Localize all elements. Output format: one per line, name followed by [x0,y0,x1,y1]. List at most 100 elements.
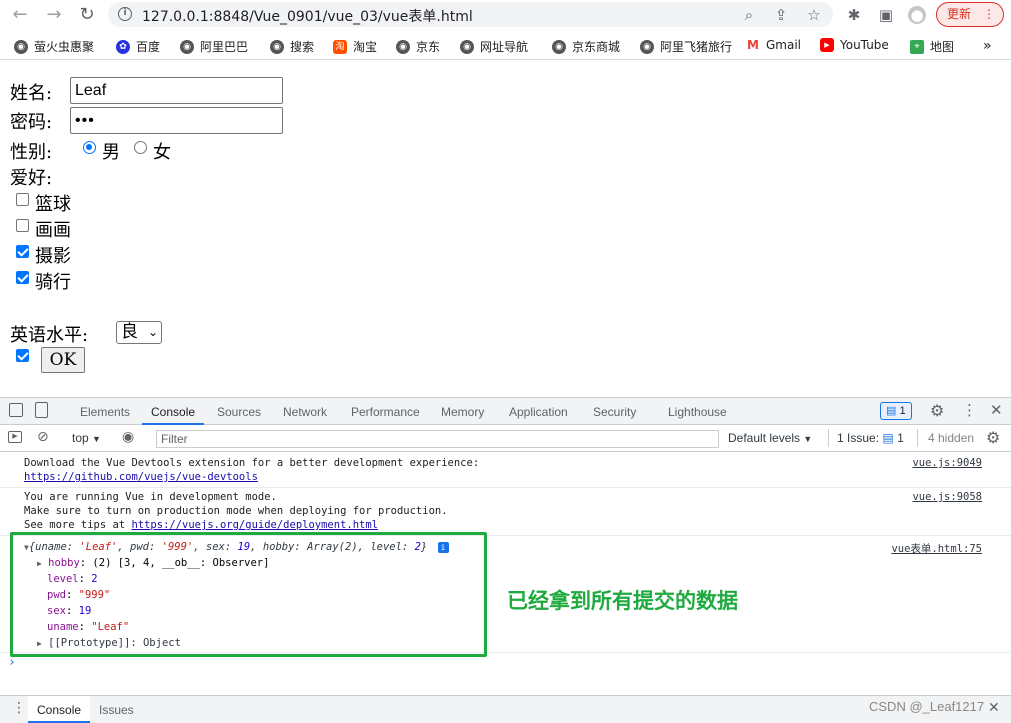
bookmark-label: 搜索 [290,40,315,54]
taobao-icon: 淘 [333,39,347,54]
chevron-down-icon: ⌄ [147,325,158,339]
issues-label: 1 Issue: [837,431,880,445]
message-link[interactable]: https://vuejs.org/guide/deployment.html [131,519,378,531]
sidepanel-icon[interactable]: ▣ [877,6,895,24]
filter-input[interactable]: Filter [156,430,719,448]
share-icon[interactable]: ⇪ [772,6,790,24]
inspect-icon[interactable] [9,403,23,417]
bookmark-item[interactable]: M Gmail [746,38,801,52]
message-text: Make sure to turn on production mode whe… [24,505,448,517]
hobby-label-text: 骑行 [35,272,71,293]
bookmark-item[interactable]: ◉ 京东商城 [552,38,620,55]
watermark: CSDN @_Leaf1217 [869,699,985,714]
bookmark-label: 地图 [930,40,955,54]
context-select[interactable]: top ▼ [72,431,101,445]
address-bar[interactable]: i 127.0.0.1:8848/Vue_0901/vue_03/vue表单.h… [108,2,833,27]
drawer-tab-console[interactable]: Console [28,696,90,723]
more-bookmarks-icon[interactable]: » [983,38,992,54]
name-input[interactable]: Leaf [70,77,283,104]
log-levels-value: Default levels [728,431,801,445]
drawer-menu-icon[interactable]: ⋮ [12,700,26,716]
extensions-icon[interactable]: ✱ [845,6,863,24]
tab-performance[interactable]: Performance [351,405,420,419]
english-level-select[interactable]: 良 ⌄ [116,321,162,344]
bookmark-item[interactable]: ▶ YouTube [820,38,889,52]
bookmark-item[interactable]: ◉ 阿里巴巴 [180,38,248,55]
bookmark-item[interactable]: 淘淘宝 [333,38,377,55]
message-text-prefix: See more tips at [24,519,132,531]
drawer-tab-issues[interactable]: Issues [99,703,134,717]
sidebar-toggle-icon[interactable]: ▶ [8,431,22,443]
messages-badge[interactable]: ▤ 1 [880,402,912,420]
hobby-checkbox[interactable] [16,271,29,284]
tab-security[interactable]: Security [593,405,636,419]
globe-icon: ◉ [180,39,194,54]
message-count: 1 [899,405,906,417]
back-icon[interactable]: ← [10,5,30,25]
message-source-link[interactable]: vue.js:9058 [912,491,982,503]
tab-application[interactable]: Application [509,405,568,419]
hobby-label-text: 篮球 [35,194,71,215]
dropdown-arrow-icon: ▼ [92,434,101,444]
dropdown-arrow-icon: ▼ [803,434,813,444]
update-label: 更新 [947,7,972,21]
bookmark-item[interactable]: ⌖ 地图 [910,38,954,55]
clear-console-icon[interactable]: ⊘ [37,429,49,445]
gmail-icon: M [746,38,760,52]
bookmark-label: Gmail [766,38,802,52]
bookmark-label: YouTube [840,38,889,52]
device-toolbar-icon[interactable] [35,402,48,418]
tab-lighthouse[interactable]: Lighthouse [668,405,727,419]
site-info-icon[interactable]: i [118,7,132,21]
password-input[interactable]: ••• [70,107,283,134]
hobby-checkbox[interactable] [16,193,29,206]
bookmark-label: 网址导航 [480,40,529,54]
tab-network[interactable]: Network [283,405,327,419]
tab-memory[interactable]: Memory [441,405,484,419]
close-devtools-icon[interactable]: ✕ [990,401,1003,419]
devtools-drawer: ⋮ Console Issues ✕ [0,695,1011,723]
message-icon: ▤ [886,405,897,417]
bookmark-label: 阿里飞猪旅行 [660,40,733,54]
profile-avatar-icon[interactable]: ● [908,6,926,24]
more-options-icon[interactable]: ⋮ [962,401,977,419]
tab-elements[interactable]: Elements [80,405,130,419]
settings-gear-icon[interactable]: ⚙ [930,401,944,420]
bookmark-item[interactable]: ◉ 京东 [396,38,440,55]
eye-icon[interactable]: ◉ [122,429,134,445]
hobby-checkbox[interactable] [16,245,29,258]
bookmark-label: 京东商城 [572,40,621,54]
bookmark-item[interactable]: ✿ 百度 [116,38,160,55]
reload-icon[interactable]: ↻ [77,5,97,25]
issues-button[interactable]: 1 Issue: ▤ 1 [828,429,904,447]
bookmark-item[interactable]: ◉ 搜索 [270,38,314,55]
bookmark-item[interactable]: ◉ 阿里飞猪旅行 [640,38,732,55]
zoom-icon[interactable]: ⌕ [740,6,758,24]
bookmark-item[interactable]: ◉ 萤火虫惠聚 [14,38,94,55]
forward-icon[interactable]: → [44,5,64,25]
hobby-checkbox[interactable] [16,219,29,232]
message-link[interactable]: https://github.com/vuejs/vue-devtools [24,471,258,483]
menu-kebab-icon: ⋮ [983,7,995,21]
console-prompt-icon[interactable]: › [8,655,16,670]
log-levels-select[interactable]: Default levels ▼ [728,431,812,445]
message-source-link[interactable]: vue.js:9049 [912,457,982,469]
sex-female-radio[interactable] [134,141,147,154]
bookmark-label: 萤火虫惠聚 [34,40,95,54]
tab-console[interactable]: Console [151,405,195,419]
ok-button[interactable]: OK [41,347,85,373]
english-level-value: 良 [121,322,138,342]
console-settings-gear-icon[interactable]: ⚙ [986,428,1000,447]
bookmarks-bar: ◉ 萤火虫惠聚 ✿ 百度 ◉ 阿里巴巴 ◉ 搜索 淘淘宝 ◉ 京东 ◉ 网址导航 ◉ 京东商城… [0,33,1011,60]
close-drawer-icon[interactable]: ✕ [988,700,1000,716]
annotation-text: 已经拿到所有提交的数据 [507,589,738,613]
tab-sources[interactable]: Sources [217,405,261,419]
bookmark-star-icon[interactable]: ☆ [805,6,823,24]
sex-male-radio[interactable] [83,141,96,154]
bookmark-item[interactable]: ◉ 网址导航 [460,38,528,55]
sex-male-label: 男 [102,142,120,163]
message-source-link[interactable]: vue表单.html:75 [891,541,982,556]
agree-checkbox[interactable] [16,349,29,362]
console-message: You are running Vue in development mode.… [0,488,1011,536]
update-button[interactable]: 更新 ⋮ [936,2,1004,27]
